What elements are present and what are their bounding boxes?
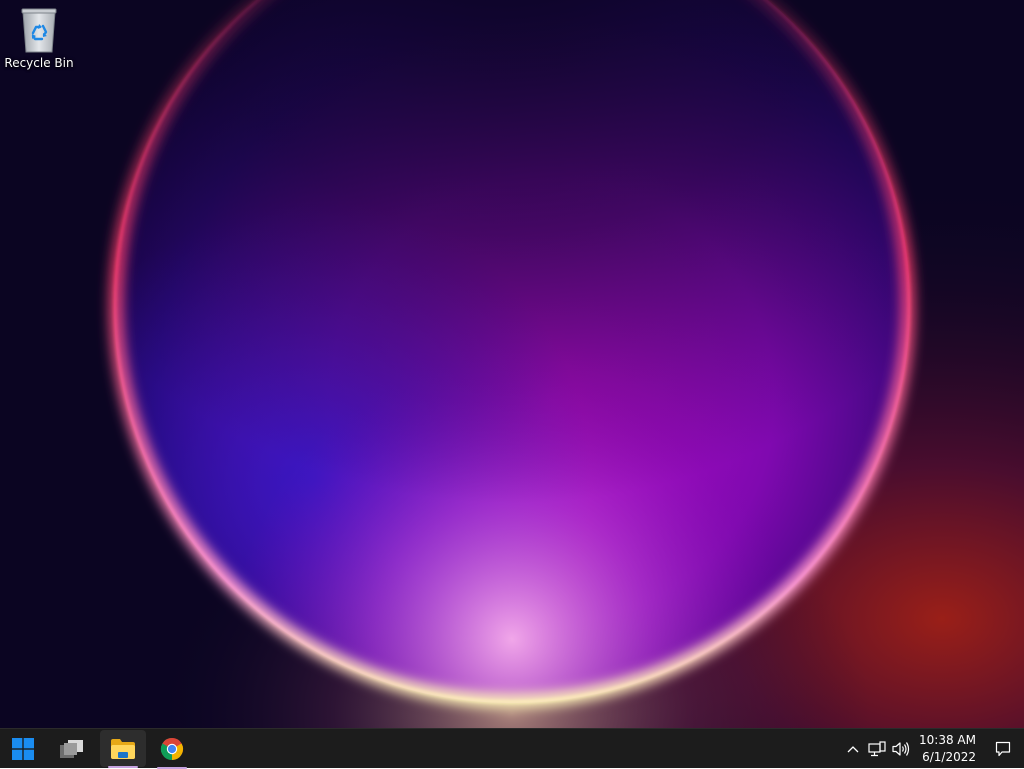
- task-view-icon: [60, 739, 83, 758]
- network-button[interactable]: [865, 729, 889, 768]
- show-hidden-icons-button[interactable]: [841, 729, 865, 768]
- file-explorer-icon: [111, 738, 135, 759]
- taskbar: 10:38 AM 6/1/2022: [0, 728, 1024, 769]
- task-view-button[interactable]: [49, 729, 95, 768]
- clock-time: 10:38 AM: [919, 732, 976, 747]
- chevron-up-icon: [847, 745, 859, 752]
- desktop[interactable]: Recycle Bin: [0, 0, 1024, 728]
- clock-button[interactable]: 10:38 AM 6/1/2022: [913, 732, 982, 766]
- system-tray: 10:38 AM 6/1/2022: [841, 729, 1024, 768]
- notification-center-button[interactable]: [982, 729, 1024, 768]
- start-button[interactable]: [0, 729, 46, 768]
- recycle-bin-icon: [21, 8, 57, 53]
- notification-icon: [995, 741, 1011, 756]
- chrome-icon: [160, 737, 184, 760]
- volume-icon: [892, 741, 910, 756]
- volume-button[interactable]: [889, 729, 913, 768]
- desktop-icon-label: Recycle Bin: [4, 56, 74, 70]
- desktop-icon-recycle-bin[interactable]: Recycle Bin: [4, 6, 74, 70]
- network-icon: [868, 740, 886, 756]
- windows-start-icon: [12, 737, 34, 760]
- clock-date: 6/1/2022: [922, 749, 976, 764]
- taskbar-app-chrome[interactable]: [149, 729, 195, 769]
- taskbar-app-file-explorer[interactable]: [100, 730, 146, 768]
- wallpaper: [0, 0, 1024, 728]
